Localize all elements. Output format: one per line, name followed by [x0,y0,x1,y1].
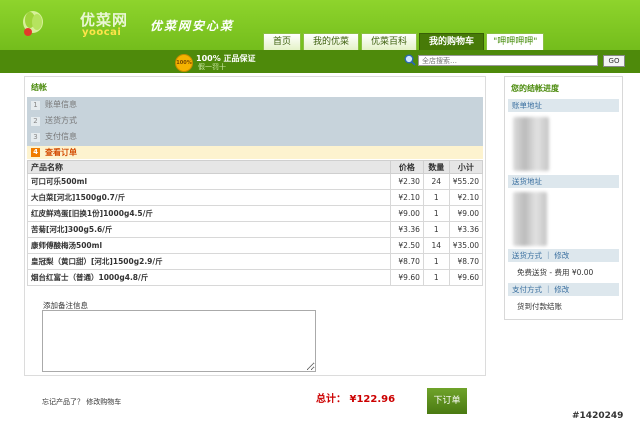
col-qty: 数量 [422,160,450,174]
shipping-address-redacted [513,192,547,246]
item-subtotal: ¥9.00 [448,205,484,222]
tab-cart[interactable]: 我的购物车 [419,33,485,50]
checkout-title: 结帐 [31,83,47,92]
shipping-method-value: 免费送货 - 费用 ¥0.00 [517,268,594,277]
step-label: 支付信息 [45,132,77,141]
item-qty: 14 [422,237,450,254]
payment-method-header[interactable]: 支付方式 ｜ 修改 [508,283,619,296]
item-price: ¥2.30 [389,173,424,190]
item-subtotal: ¥35.00 [448,237,484,254]
step-shipping[interactable]: 2 送货方式 [27,113,483,129]
tab-encyclopedia[interactable]: 优菜百科 [361,33,418,50]
order-table: 产品名称 价格 数量 小计 可口可乐500ml ¥2.30 24 ¥55.20 大白菜… [27,160,484,286]
billing-address-header: 账单地址 [508,99,619,112]
checkout-panel: 结帐 1 账单信息 2 送货方式 3 支付信息 4 查看订单 产品名称 价格 数量 小计… [24,76,486,376]
item-name: 烟台红富士（普通）1000g4.8/斤 [27,269,391,286]
item-qty: 24 [422,173,450,190]
table-row: 可口可乐500ml ¥2.30 24 ¥55.20 [27,173,484,190]
item-subtotal: ¥3.36 [448,221,484,238]
item-price: ¥2.10 [389,189,424,206]
step-number: 1 [31,100,40,110]
search-icon [404,54,416,66]
item-qty: 1 [422,205,450,222]
logo-subtext: yoocai [82,27,122,38]
tab-home[interactable]: 首页 [263,33,302,50]
guarantee-badge-icon: 100% [175,54,193,72]
tab-extra[interactable]: "呷呷呷呷" [486,33,545,50]
search-go-button[interactable]: GO [603,55,625,67]
item-qty: 1 [422,253,450,270]
step-label: 账单信息 [45,100,77,109]
item-subtotal: ¥8.70 [448,253,484,270]
table-row: 烟台红富士（普通）1000g4.8/斤 ¥9.60 1 ¥9.60 [27,269,484,286]
checkout-progress-sidebar: 您的结帐进度 账单地址 送货地址 送货方式 ｜ 修改 免费送货 - 费用 ¥0.… [504,76,623,320]
sidebar-title: 您的结帐进度 [511,84,559,93]
table-header: 产品名称 价格 数量 小计 [27,160,484,174]
step-billing[interactable]: 1 账单信息 [27,97,483,113]
guarantee-subtitle: 假一罚十 [198,63,226,71]
item-name: 皇冠梨（黄口甜）[河北]1500g2.9/斤 [27,253,391,270]
payment-method-value: 货到付款结账 [517,302,562,311]
step-label: 送货方式 [45,116,77,125]
note-textarea[interactable] [42,310,316,372]
step-number: 3 [31,132,40,142]
item-subtotal: ¥55.20 [448,173,484,190]
table-row: 苦菊[河北]300g5.6/斤 ¥3.36 1 ¥3.36 [27,221,484,238]
slogan: 优菜网安心菜 [150,19,235,33]
item-name: 红皮鲜鸡蛋[旧换1份]1000g4.5/斤 [27,205,391,222]
nav-tabs: 首页 我的优菜 优菜百科 我的购物车 "呷呷呷呷" [263,33,546,50]
table-row: 红皮鲜鸡蛋[旧换1份]1000g4.5/斤 ¥9.00 1 ¥9.00 [27,205,484,222]
item-qty: 1 [422,269,450,286]
item-price: ¥3.36 [389,221,424,238]
item-name: 苦菊[河北]300g5.6/斤 [27,221,391,238]
item-price: ¥9.60 [389,269,424,286]
col-price: 价格 [389,160,424,174]
item-qty: 1 [422,189,450,206]
step-number: 2 [31,116,40,126]
col-product: 产品名称 [27,160,391,174]
item-name: 可口可乐500ml [27,173,391,190]
checkout-steps: 1 账单信息 2 送货方式 3 支付信息 [27,97,483,146]
item-price: ¥9.00 [389,205,424,222]
shipping-address-header: 送货地址 [508,175,619,188]
search-input[interactable] [418,55,598,66]
tab-my-yoocai[interactable]: 我的优菜 [303,33,360,50]
step-payment[interactable]: 3 支付信息 [27,129,483,145]
item-name: 大白菜[河北]1500g0.7/斤 [27,189,391,206]
table-row: 康师傅酸梅汤500ml ¥2.50 14 ¥35.00 [27,237,484,254]
watermark: #1420249 [572,411,624,421]
vegetable-logo-icon [23,11,43,36]
table-row: 大白菜[河北]1500g0.7/斤 ¥2.10 1 ¥2.10 [27,189,484,206]
order-total: 总计： ¥122.96 [316,394,396,405]
item-name: 康师傅酸梅汤500ml [27,237,391,254]
edit-cart-link[interactable]: 忘记产品了？ 修改购物车 [42,397,121,407]
col-subtotal: 小计 [448,160,484,174]
shipping-method-header[interactable]: 送货方式 ｜ 修改 [508,249,619,262]
item-price: ¥8.70 [389,253,424,270]
step-number: 4 [31,148,40,157]
site-header: 优菜网 yoocai 优菜网安心菜 首页 我的优菜 优菜百科 我的购物车 "呷呷… [0,0,640,50]
step-label: 查看订单 [45,148,77,157]
step-review: 4 查看订单 [27,146,483,159]
item-price: ¥2.50 [389,237,424,254]
place-order-button[interactable]: 下订单 [427,388,467,414]
billing-address-redacted [513,117,549,171]
item-subtotal: ¥2.10 [448,189,484,206]
item-subtotal: ¥9.60 [448,269,484,286]
table-row: 皇冠梨（黄口甜）[河北]1500g2.9/斤 ¥8.70 1 ¥8.70 [27,253,484,270]
item-qty: 1 [422,221,450,238]
